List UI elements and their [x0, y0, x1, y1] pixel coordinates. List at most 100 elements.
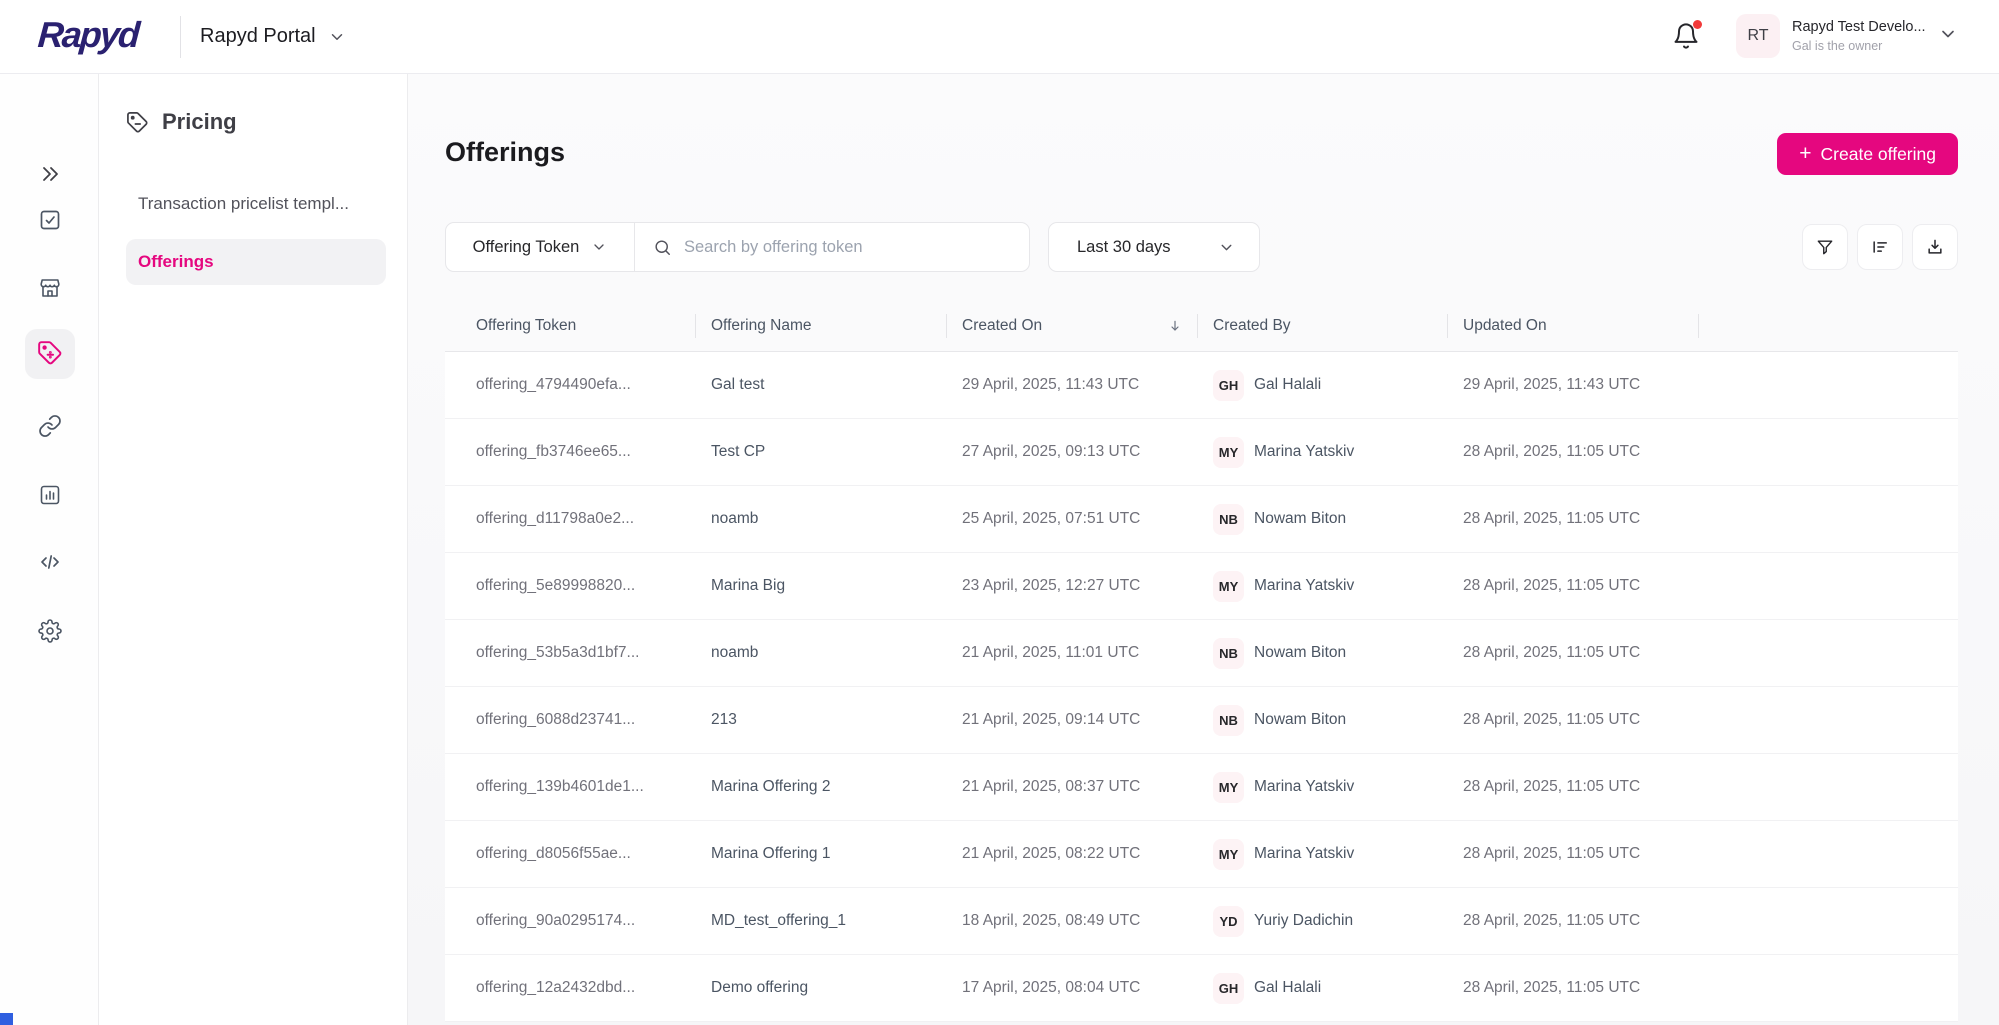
notification-bell-button[interactable]	[1672, 22, 1702, 52]
table-row[interactable]: offering_90a0295174... MD_test_offering_…	[445, 888, 1958, 955]
account-chevron-down-icon[interactable]	[1938, 24, 1958, 44]
cell-created-on: 27 April, 2025, 09:13 UTC	[946, 443, 1197, 461]
portal-switcher-label: Rapyd Portal	[200, 25, 316, 48]
column-label: Updated On	[1463, 317, 1547, 335]
corner-artifact	[0, 1013, 13, 1025]
creator-avatar: GH	[1213, 973, 1244, 1004]
cell-created-on: 18 April, 2025, 08:49 UTC	[946, 912, 1197, 930]
cell-created-by: MY Marina Yatskiv	[1197, 839, 1447, 870]
create-offering-label: Create offering	[1821, 144, 1936, 165]
cell-offering-name: Demo offering	[695, 979, 946, 997]
rail-item-settings[interactable]	[0, 619, 99, 643]
cell-created-by: YD Yuriy Dadichin	[1197, 906, 1447, 937]
table-row[interactable]: offering_d8056f55ae... Marina Offering 1…	[445, 821, 1958, 888]
cell-offering-token: offering_6088d23741...	[445, 711, 695, 729]
download-button[interactable]	[1912, 224, 1958, 270]
cell-updated-on: 28 April, 2025, 11:05 UTC	[1447, 443, 1698, 461]
icon-rail	[0, 73, 99, 1025]
creator-avatar: MY	[1213, 772, 1244, 803]
search-icon	[653, 238, 672, 257]
cell-offering-token: offering_d8056f55ae...	[445, 845, 695, 863]
creator-name: Nowam Biton	[1254, 510, 1346, 528]
account-avatar: RT	[1736, 14, 1780, 58]
cell-created-by: GH Gal Halali	[1197, 370, 1447, 401]
column-label: Created On	[962, 317, 1042, 335]
rail-item-pricing[interactable]	[0, 340, 99, 366]
table-row[interactable]: offering_d11798a0e2... noamb 25 April, 2…	[445, 486, 1958, 553]
cell-offering-name: Gal test	[695, 376, 946, 394]
cell-updated-on: 28 April, 2025, 11:05 UTC	[1447, 644, 1698, 662]
search-input[interactable]	[684, 238, 1011, 257]
sidebar-item-offerings[interactable]: Offerings	[126, 239, 386, 285]
rail-item-links[interactable]	[0, 414, 99, 438]
table-header-row: Offering Token Offering Name Created On …	[445, 300, 1958, 352]
account-menu[interactable]: RT Rapyd Test Develo... Gal is the owner	[1736, 14, 1926, 58]
column-header-offering-name[interactable]: Offering Name	[695, 300, 946, 351]
cell-offering-name: noamb	[695, 510, 946, 528]
creator-avatar: NB	[1213, 638, 1244, 669]
download-icon	[1925, 237, 1945, 257]
chevron-down-icon	[328, 28, 346, 46]
creator-avatar: MY	[1213, 839, 1244, 870]
column-header-actions	[1698, 300, 1958, 351]
rail-item-tasks[interactable]	[0, 208, 99, 232]
creator-name: Nowam Biton	[1254, 711, 1346, 729]
plus-icon: +	[1799, 142, 1811, 166]
chevron-down-icon	[591, 239, 607, 255]
table-row[interactable]: offering_53b5a3d1bf7... noamb 21 April, …	[445, 620, 1958, 687]
table-toolbar	[1802, 224, 1958, 270]
bar-chart-icon	[38, 483, 62, 507]
column-label: Offering Name	[711, 317, 812, 335]
column-header-offering-token[interactable]: Offering Token	[445, 300, 695, 351]
sidebar-item-transaction-pricelist[interactable]: Transaction pricelist templ...	[126, 181, 386, 227]
date-range-value: Last 30 days	[1077, 238, 1171, 257]
creator-name: Gal Halali	[1254, 376, 1321, 394]
sidebar-expand-button[interactable]	[0, 162, 99, 186]
cell-created-on: 21 April, 2025, 08:37 UTC	[946, 778, 1197, 796]
sidebar-item-label: Transaction pricelist templ...	[138, 194, 349, 214]
table-row[interactable]: offering_6088d23741... 213 21 April, 202…	[445, 687, 1958, 754]
table-row[interactable]: offering_139b4601de1... Marina Offering …	[445, 754, 1958, 821]
portal-switcher[interactable]: Rapyd Portal	[200, 0, 346, 73]
filter-button[interactable]	[1802, 224, 1848, 270]
cell-offering-name: Marina Offering 2	[695, 778, 946, 796]
gear-icon	[38, 619, 62, 643]
rail-item-merchant[interactable]	[0, 276, 99, 300]
sidebar-title-label: Pricing	[162, 109, 237, 135]
cell-created-by: NB Nowam Biton	[1197, 705, 1447, 736]
cell-offering-token: offering_fb3746ee65...	[445, 443, 695, 461]
cell-created-by: NB Nowam Biton	[1197, 638, 1447, 669]
search-field-selector[interactable]: Offering Token	[446, 223, 635, 271]
search-box	[635, 238, 1029, 257]
top-header: Rapyd Rapyd Portal RT Rapyd Test Develo.…	[0, 0, 1999, 73]
cell-offering-name: 213	[695, 711, 946, 729]
table-row[interactable]: offering_12a2432dbd... Demo offering 17 …	[445, 955, 1958, 1022]
column-header-updated-on[interactable]: Updated On	[1447, 300, 1698, 351]
creator-name: Marina Yatskiv	[1254, 778, 1354, 796]
creator-avatar: NB	[1213, 504, 1244, 535]
account-name: Rapyd Test Develo...	[1792, 19, 1926, 35]
table-row[interactable]: offering_5e89998820... Marina Big 23 Apr…	[445, 553, 1958, 620]
cell-updated-on: 28 April, 2025, 11:05 UTC	[1447, 979, 1698, 997]
rail-item-reports[interactable]	[0, 483, 99, 507]
cell-created-on: 17 April, 2025, 08:04 UTC	[946, 979, 1197, 997]
table-row[interactable]: offering_fb3746ee65... Test CP 27 April,…	[445, 419, 1958, 486]
creator-name: Nowam Biton	[1254, 644, 1346, 662]
column-header-created-on[interactable]: Created On	[946, 300, 1197, 351]
date-range-selector[interactable]: Last 30 days	[1048, 222, 1260, 272]
price-tag-icon	[37, 340, 63, 366]
sort-lines-icon	[1870, 237, 1890, 257]
search-filter-group: Offering Token	[445, 222, 1030, 272]
column-header-created-by[interactable]: Created By	[1197, 300, 1447, 351]
creator-name: Gal Halali	[1254, 979, 1321, 997]
creator-avatar: YD	[1213, 906, 1244, 937]
creator-avatar: MY	[1213, 437, 1244, 468]
rail-item-developers[interactable]	[0, 550, 99, 574]
checkbox-check-icon	[38, 208, 62, 232]
cell-updated-on: 28 April, 2025, 11:05 UTC	[1447, 577, 1698, 595]
sort-button[interactable]	[1857, 224, 1903, 270]
search-field-value: Offering Token	[473, 238, 580, 257]
table-body: offering_4794490efa... Gal test 29 April…	[445, 352, 1958, 1022]
table-row[interactable]: offering_4794490efa... Gal test 29 April…	[445, 352, 1958, 419]
create-offering-button[interactable]: + Create offering	[1777, 133, 1958, 175]
